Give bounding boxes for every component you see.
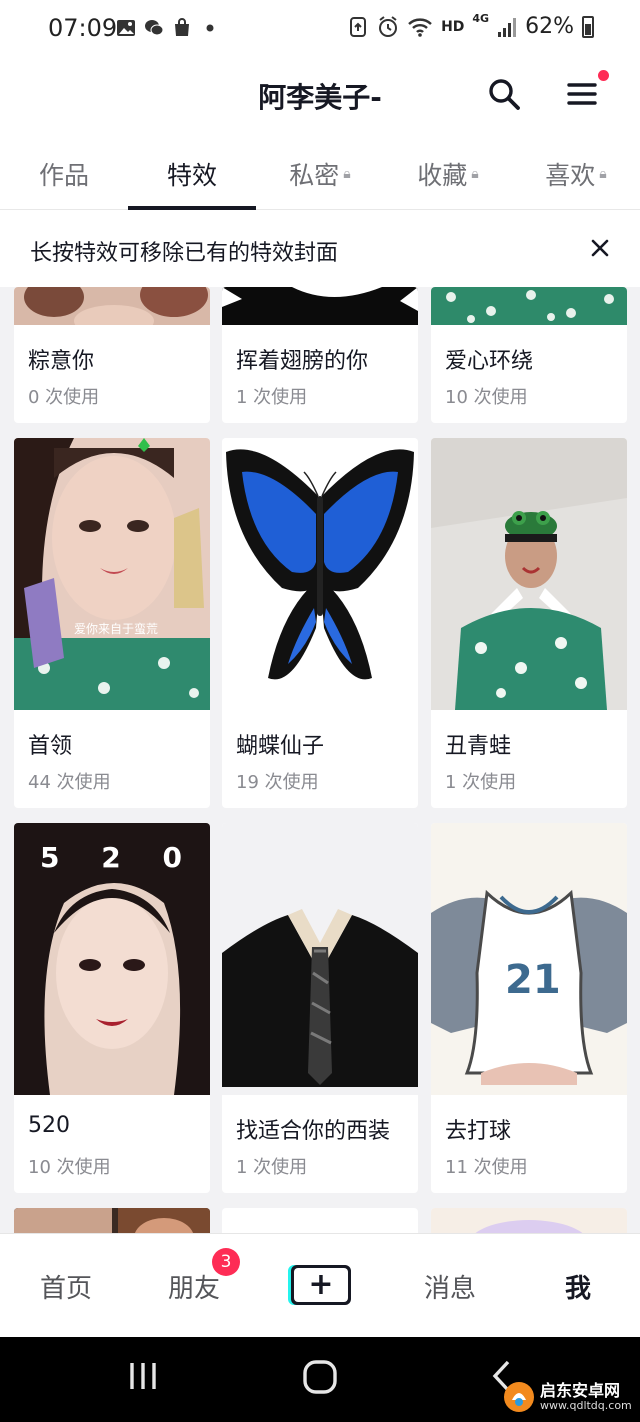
effect-uses: 19 次使用 (236, 772, 319, 793)
system-status: HD 4G 62% (347, 12, 594, 39)
nav-home[interactable]: 首页 (2, 1268, 130, 1305)
bottom-navigation: 首页 朋友 3 + 消息 我 (0, 1233, 640, 1337)
effect-thumbnail (431, 287, 627, 325)
plus-icon: + (308, 1267, 334, 1302)
effect-card[interactable]: 找适合你的西装 1 次使用 (222, 823, 418, 1193)
effect-thumbnail (431, 438, 627, 710)
effect-uses: 1 次使用 (236, 387, 308, 408)
hd-label: HD (441, 18, 465, 35)
tab-private[interactable]: 私密 🔒︎ (256, 138, 384, 210)
lock-icon: 🔒︎ (343, 166, 351, 182)
effect-card[interactable]: 挥着翅膀的你 1 次使用 (222, 287, 418, 423)
effect-thumbnail (222, 823, 418, 1095)
nav-messages[interactable]: 消息 (386, 1268, 514, 1305)
effect-card[interactable]: 5 2 0 520 10 次使用 (14, 823, 210, 1193)
effect-overlay-text: 21 (505, 957, 561, 1003)
effect-name: 粽意你 (28, 349, 95, 374)
effect-thumbnail (14, 287, 210, 325)
effect-name: 首领 (28, 734, 73, 759)
battery-icon (582, 15, 594, 38)
nav-friends[interactable]: 朋友 (130, 1268, 258, 1305)
effect-card[interactable] (222, 1208, 418, 1233)
effect-uses: 10 次使用 (28, 1157, 111, 1178)
active-tab-indicator (128, 206, 256, 210)
page-title: 阿李美子- (258, 81, 382, 114)
effect-name: 520 (28, 1113, 70, 1138)
battery-percent: 62% (525, 14, 574, 39)
effect-thumbnail (14, 438, 210, 710)
effect-name: 挥着翅膀的你 (236, 349, 369, 374)
effect-notice-bar: 长按特效可移除已有的特效封面 (0, 211, 640, 287)
effect-card[interactable]: 21 去打球 11 次使用 (431, 823, 627, 1193)
effect-uses: 44 次使用 (28, 772, 111, 793)
status-time: 07:09 (48, 14, 118, 42)
effect-card[interactable]: 爱你来自于蛮荒 首领 44 次使用 (14, 438, 210, 808)
tab-effects[interactable]: 特效 (128, 138, 256, 210)
tab-works[interactable]: 作品 (0, 138, 128, 210)
close-icon[interactable] (588, 236, 612, 260)
wechat-icon (145, 20, 164, 36)
notice-text: 长按特效可移除已有的特效封面 (30, 241, 339, 266)
menu-icon[interactable] (566, 78, 598, 110)
signal-icon (498, 17, 517, 37)
effect-uses: 10 次使用 (445, 387, 528, 408)
effect-uses: 11 次使用 (445, 1157, 528, 1178)
effect-card[interactable]: 粽意你 0 次使用 (14, 287, 210, 423)
watermark-logo-icon (504, 1382, 534, 1412)
site-watermark: 启东安卓网 www.qdltdq.com (502, 1376, 638, 1418)
menu-notification-dot (598, 70, 609, 81)
alarm-icon (379, 15, 398, 37)
tab-favorites[interactable]: 收藏 🔒︎ (384, 138, 512, 210)
lock-icon: 🔒︎ (599, 166, 607, 182)
status-bar: 07:09 HD 4G 62% (0, 0, 640, 58)
search-icon[interactable] (486, 76, 522, 112)
nav-me[interactable]: 我 (514, 1268, 640, 1305)
gallery-icon (117, 20, 135, 36)
effect-name: 爱心环绕 (445, 349, 534, 374)
effect-uses: 1 次使用 (445, 772, 517, 793)
effect-name: 丑青蛙 (445, 734, 512, 759)
friends-badge: 3 (212, 1248, 240, 1276)
effect-card[interactable]: 丑青蛙 1 次使用 (431, 438, 627, 808)
recent-apps-icon[interactable] (128, 1359, 158, 1393)
effect-thumbnail (14, 1208, 210, 1233)
lock-icon: 🔒︎ (471, 166, 479, 182)
effect-thumbnail (222, 287, 418, 325)
effect-uses: 0 次使用 (28, 387, 100, 408)
effects-grid: 粽意你 0 次使用 挥着翅膀的你 1 次使用 爱心环绕 10 次使用 爱你来自于 (0, 287, 640, 1233)
effect-card[interactable]: 蝴蝶仙子 19 次使用 (222, 438, 418, 808)
shopping-bag-icon (175, 18, 189, 36)
notification-icons (116, 18, 220, 38)
profile-header: 阿李美子- (0, 58, 640, 138)
effect-name: 蝴蝶仙子 (236, 734, 325, 759)
effect-thumbnail (431, 1208, 627, 1233)
data-saver-icon (350, 16, 367, 37)
effect-uses: 1 次使用 (236, 1157, 308, 1178)
effect-name: 找适合你的西装 (236, 1119, 391, 1144)
effect-thumbnail (222, 438, 418, 710)
dot-icon (206, 24, 214, 32)
effect-name: 去打球 (445, 1119, 512, 1144)
wifi-icon (408, 17, 432, 37)
effect-overlay-text: 5 2 0 (40, 841, 198, 874)
watermark-name: 启东安卓网 (540, 1381, 621, 1401)
effect-overlay-text: 爱你来自于蛮荒 (74, 622, 159, 636)
effect-card[interactable] (14, 1208, 210, 1233)
network-type: 4G (472, 12, 490, 25)
tab-likes[interactable]: 喜欢 🔒︎ (512, 138, 640, 210)
watermark-url: www.qdltdq.com (540, 1398, 632, 1412)
home-icon[interactable] (302, 1359, 338, 1395)
profile-tabs: 作品 特效 私密 🔒︎ 收藏 🔒︎ 喜欢 🔒︎ (0, 138, 640, 210)
effect-card[interactable] (431, 1208, 627, 1233)
effect-card[interactable]: 爱心环绕 10 次使用 (431, 287, 627, 423)
